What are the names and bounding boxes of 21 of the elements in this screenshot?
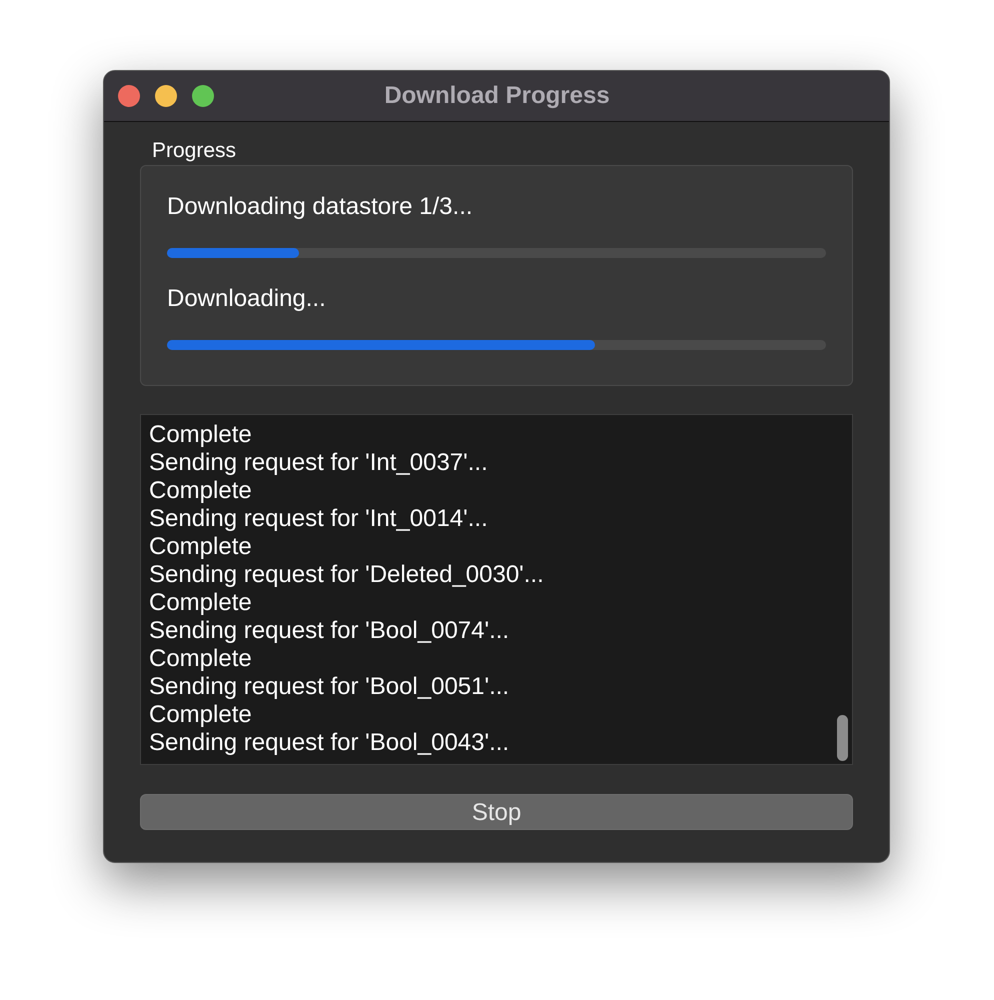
log-line: Sending request for 'Bool_0074'...: [149, 617, 510, 645]
log-line: Sending request for 'Int_0014'...: [149, 505, 488, 533]
log-line: Complete: [149, 589, 252, 617]
log-line: Complete: [149, 477, 252, 505]
stop-button[interactable]: Stop: [140, 794, 853, 830]
zoom-button[interactable]: [192, 85, 214, 107]
log-line: Complete: [149, 701, 252, 729]
log-line: Complete: [149, 645, 252, 673]
progress-label: Downloading datastore 1/3...: [167, 192, 473, 222]
log-line: Sending request for 'Bool_0043'...: [149, 729, 510, 757]
log-line: Complete: [149, 533, 252, 561]
log-line: Complete: [149, 421, 252, 449]
group-label: Progress: [152, 138, 236, 164]
progress-label: Downloading...: [167, 284, 326, 314]
log-line: Sending request for 'Bool_0051'...: [149, 673, 510, 701]
close-button[interactable]: [118, 85, 140, 107]
scrollbar-thumb[interactable]: [837, 715, 848, 761]
window-title: Download Progress: [383, 81, 611, 111]
log-line: Sending request for 'Int_0037'...: [149, 449, 488, 477]
minimize-button[interactable]: [155, 85, 177, 107]
log-line: Sending request for 'Deleted_0030'...: [149, 561, 544, 589]
